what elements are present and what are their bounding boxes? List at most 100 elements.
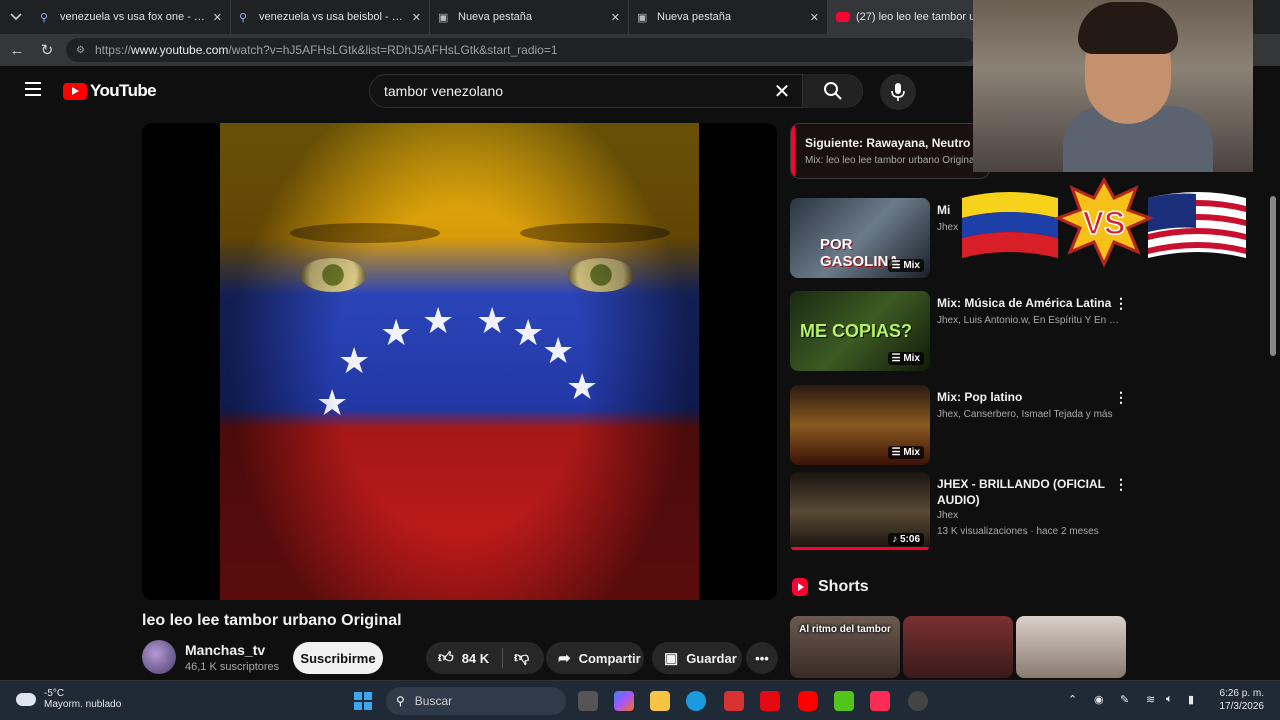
duration-badge: ☰ Mix bbox=[887, 352, 924, 365]
search-box: tambor venezolano ✕ bbox=[369, 74, 863, 108]
channel-avatar[interactable] bbox=[142, 640, 176, 674]
voice-search-button[interactable] bbox=[880, 74, 916, 110]
duration-badge: ☰ Mix bbox=[887, 259, 924, 272]
network-app-icon[interactable]: ◉ bbox=[1094, 693, 1104, 706]
search-icon: ⚲ bbox=[396, 694, 405, 708]
windows-start-icon[interactable] bbox=[354, 692, 372, 710]
tab-close-icon[interactable]: ✕ bbox=[412, 11, 421, 24]
clear-search-icon[interactable]: ✕ bbox=[762, 79, 802, 104]
file-explorer-icon[interactable] bbox=[650, 691, 670, 711]
language-icon[interactable]: ✎ bbox=[1120, 693, 1129, 706]
youtube-play-icon bbox=[63, 82, 87, 100]
battery-icon[interactable]: ▮ bbox=[1188, 693, 1194, 706]
accent-bar bbox=[791, 124, 795, 178]
scrollbar-thumb[interactable] bbox=[1270, 196, 1276, 356]
edge-icon[interactable] bbox=[686, 691, 706, 711]
item-title[interactable]: Mix: Música de América Latina bbox=[937, 295, 1112, 311]
url-field[interactable]: ⚙ https://www.youtube.com/watch?v=hJ5AFH… bbox=[66, 38, 976, 62]
usa-flag bbox=[1148, 192, 1246, 258]
webcam-overlay bbox=[973, 0, 1253, 172]
tab-title: Nueva pestaña bbox=[458, 11, 532, 23]
taskbar-search[interactable]: ⚲ Buscar bbox=[386, 687, 566, 715]
browser-tab[interactable]: ▣ Nueva pestaña ✕ bbox=[629, 0, 828, 34]
shield-app-icon[interactable] bbox=[724, 691, 744, 711]
save-button[interactable]: ▣ Guardar bbox=[652, 642, 742, 674]
task-view-icon[interactable] bbox=[578, 691, 598, 711]
tab-close-icon[interactable]: ✕ bbox=[611, 11, 620, 24]
microphone-icon bbox=[891, 83, 905, 101]
item-views: 13 K visualizaciones · hace 2 meses bbox=[937, 526, 1099, 537]
vs-text: VS bbox=[1083, 205, 1126, 241]
channel-name[interactable]: Manchas_tv bbox=[185, 642, 265, 658]
temperature: -5°C bbox=[44, 688, 65, 699]
weather-widget[interactable]: -5°C Mayorm. nublado bbox=[16, 688, 121, 710]
like-count[interactable]: 84 K bbox=[462, 651, 489, 666]
more-actions-button[interactable]: ••• bbox=[746, 642, 778, 674]
recommended-item[interactable]: ☰ Mix Mix: Pop latino Jhex, Canserbero, … bbox=[790, 385, 1128, 467]
item-title[interactable]: JHEX - BRILLANDO (OFICIAL AUDIO) bbox=[937, 476, 1112, 508]
more-vertical-icon[interactable]: ⋮ bbox=[1114, 476, 1128, 493]
item-title[interactable]: Mix: Pop latino bbox=[937, 389, 1112, 405]
copilot-icon[interactable] bbox=[614, 691, 634, 711]
newtab-icon: ▣ bbox=[637, 11, 648, 24]
share-icon: ➦ bbox=[558, 650, 571, 667]
video-player[interactable]: ★ ★ ★ ★ ★ ★ ★ ★ bbox=[142, 123, 777, 600]
short-thumbnail[interactable]: Al ritmo del tambor bbox=[790, 616, 900, 678]
chevron-up-icon[interactable]: ⌃ bbox=[1068, 693, 1077, 706]
netflix-icon[interactable] bbox=[760, 691, 780, 711]
tab-title: venezuela vs usa fox one - Búsqueda bbox=[60, 11, 207, 23]
item-meta: Jhex, Canserbero, Ismael Tejada y más bbox=[937, 409, 1113, 420]
url-prefix: https:// bbox=[94, 43, 131, 57]
reload-button[interactable]: ↻ bbox=[32, 35, 62, 65]
dislike-icon[interactable]: 👎︎ bbox=[514, 649, 529, 667]
page-scrollbar[interactable] bbox=[1266, 116, 1280, 676]
cloud-icon bbox=[16, 692, 36, 706]
back-button[interactable]: ← bbox=[2, 35, 32, 65]
venezuela-flag bbox=[962, 192, 1058, 258]
divider bbox=[502, 648, 503, 668]
video-thumbnail[interactable]: ME COPIAS? ☰ Mix bbox=[790, 291, 930, 371]
recommended-item[interactable]: ♪ 5:06 JHEX - BRILLANDO (OFICIAL AUDIO) … bbox=[790, 472, 1128, 554]
video-title: leo leo lee tambor urbano Original bbox=[142, 612, 402, 629]
more-vertical-icon[interactable]: ⋮ bbox=[1114, 389, 1128, 406]
tab-list-menu-button[interactable] bbox=[0, 0, 32, 34]
newtab-icon: ▣ bbox=[438, 11, 449, 24]
reload-icon: ↻ bbox=[40, 42, 54, 59]
browser-tab[interactable]: ⚲ venezuela vs usa beisbol - Búsqueda ✕ bbox=[231, 0, 430, 34]
menu-icon[interactable] bbox=[25, 82, 41, 96]
shorts-icon bbox=[792, 578, 808, 596]
site-info-icon: ⚙ bbox=[76, 44, 85, 56]
video-thumbnail[interactable]: POR GASOLINA ☰ Mix bbox=[790, 198, 930, 278]
recommended-item[interactable]: ME COPIAS? ☰ Mix Mix: Música de América … bbox=[790, 291, 1128, 373]
share-button[interactable]: ➦ Compartir bbox=[546, 642, 644, 674]
video-thumbnail[interactable]: ♪ 5:06 bbox=[790, 472, 930, 552]
subscribe-button[interactable]: Suscribirme bbox=[293, 642, 383, 674]
search-button[interactable] bbox=[802, 74, 862, 108]
like-icon[interactable]: 👍︎ bbox=[438, 649, 454, 667]
chevron-down-icon bbox=[10, 13, 22, 21]
tab-close-icon[interactable]: ✕ bbox=[213, 11, 222, 24]
youtube-logo[interactable]: YouTube bbox=[63, 81, 157, 101]
short-thumbnail[interactable] bbox=[1016, 616, 1126, 678]
tab-close-icon[interactable]: ✕ bbox=[810, 11, 819, 24]
search-icon: ⚲ bbox=[239, 11, 248, 24]
more-vertical-icon[interactable]: ⋮ bbox=[1114, 295, 1128, 312]
obs-icon[interactable] bbox=[908, 691, 928, 711]
wifi-icon[interactable]: ≋ bbox=[1146, 693, 1155, 706]
person-hair bbox=[1078, 2, 1178, 54]
item-meta: Jhex bbox=[937, 510, 959, 521]
weather-condition: Mayorm. nublado bbox=[44, 699, 122, 710]
more-horizontal-icon: ••• bbox=[755, 650, 769, 666]
search-input[interactable]: tambor venezolano bbox=[370, 83, 762, 99]
short-thumbnail[interactable] bbox=[903, 616, 1013, 678]
volume-icon[interactable]: 🔈︎ bbox=[1166, 693, 1173, 706]
playlist-next-box[interactable]: Siguiente: Rawayana, Neutro Shorty Mix: … bbox=[790, 123, 990, 179]
save-label: Guardar bbox=[686, 650, 737, 666]
game-app-icon[interactable] bbox=[834, 691, 854, 711]
tiktok-icon[interactable] bbox=[870, 691, 890, 711]
taskbar-clock[interactable]: 6:26 p. m. 17/3/2026 bbox=[1212, 687, 1265, 713]
browser-tab[interactable]: ▣ Nueva pestaña ✕ bbox=[430, 0, 629, 34]
youtube-app-icon[interactable] bbox=[798, 691, 818, 711]
browser-tab[interactable]: ⚲ venezuela vs usa fox one - Búsqueda ✕ bbox=[32, 0, 231, 34]
video-thumbnail[interactable]: ☰ Mix bbox=[790, 385, 930, 465]
